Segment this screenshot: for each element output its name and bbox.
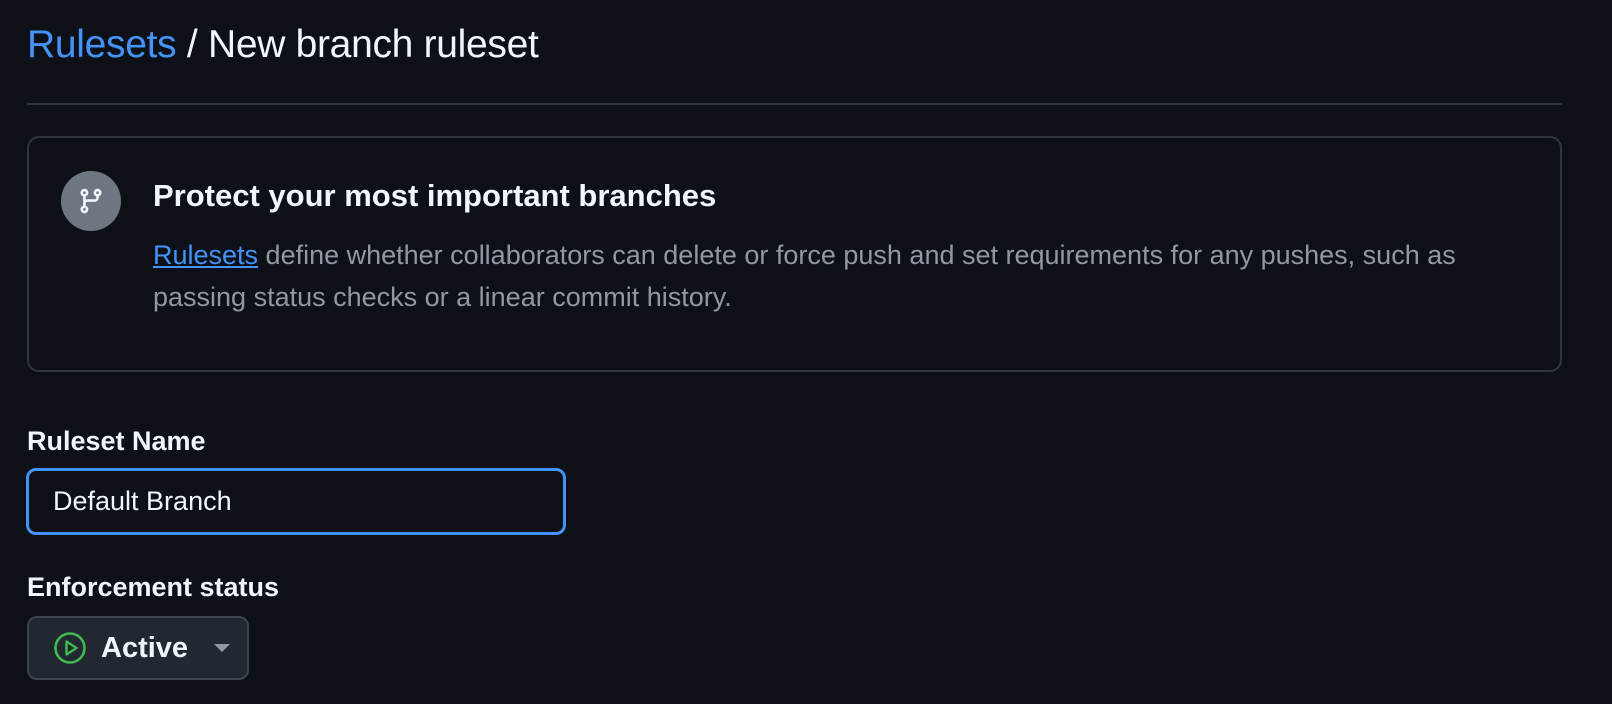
page: Rulesets / New branch ruleset Protect yo… bbox=[0, 0, 1612, 704]
enforcement-status-label: Enforcement status bbox=[27, 572, 280, 602]
ruleset-name-label: Ruleset Name bbox=[27, 426, 206, 456]
banner-body-text: define whether collaborators can delete … bbox=[153, 240, 1456, 312]
banner-title: Protect your most important branches bbox=[153, 178, 717, 213]
info-banner: Protect your most important branches Rul… bbox=[27, 136, 1562, 372]
git-branch-icon bbox=[61, 171, 121, 231]
page-title: New branch ruleset bbox=[207, 23, 539, 66]
rulesets-docs-link[interactable]: Rulesets bbox=[153, 240, 258, 270]
ruleset-name-input[interactable] bbox=[26, 468, 566, 535]
header-divider bbox=[27, 103, 1562, 105]
enforcement-status-dropdown[interactable]: Active bbox=[27, 616, 249, 680]
breadcrumb: Rulesets / New branch ruleset bbox=[27, 20, 539, 70]
breadcrumb-separator: / bbox=[176, 23, 208, 66]
breadcrumb-rulesets-link[interactable]: Rulesets bbox=[27, 23, 177, 66]
play-circle-icon bbox=[53, 631, 87, 665]
chevron-down-icon bbox=[214, 644, 231, 652]
banner-description: Rulesets define whether collaborators ca… bbox=[153, 234, 1523, 318]
enforcement-status-value: Active bbox=[101, 632, 189, 664]
